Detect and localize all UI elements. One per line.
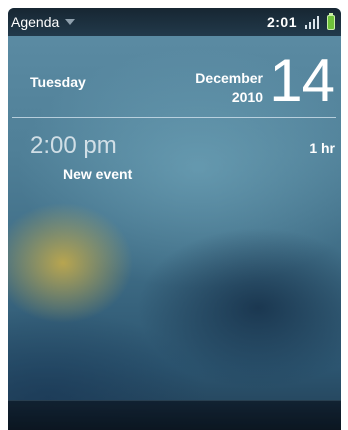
day-number: 14 (269, 47, 335, 114)
year-label: 2010 (231, 89, 263, 105)
agenda-screen: Agenda 2:01 Tuesday December 2010 14 2:0… (8, 8, 341, 430)
battery-icon (327, 12, 335, 30)
app-name-label: Agenda (11, 14, 60, 30)
weekday-label: Tuesday (30, 74, 86, 90)
chevron-down-icon (65, 19, 76, 25)
status-indicators: 2:01 (266, 12, 341, 30)
bottom-bar (8, 400, 341, 430)
header-divider (12, 117, 336, 118)
event-item[interactable]: 2:00 pm 1 hr New event (8, 128, 341, 198)
date-header: Tuesday December 2010 14 (8, 36, 341, 118)
event-time: 2:00 pm (30, 132, 117, 159)
event-title: New event (63, 166, 133, 182)
month-label: December (195, 70, 263, 86)
signal-icon (305, 15, 319, 29)
app-menu[interactable]: Agenda (8, 14, 76, 30)
event-duration: 1 hr (309, 140, 335, 156)
status-clock: 2:01 (266, 14, 297, 30)
status-bar: Agenda 2:01 (8, 8, 341, 36)
